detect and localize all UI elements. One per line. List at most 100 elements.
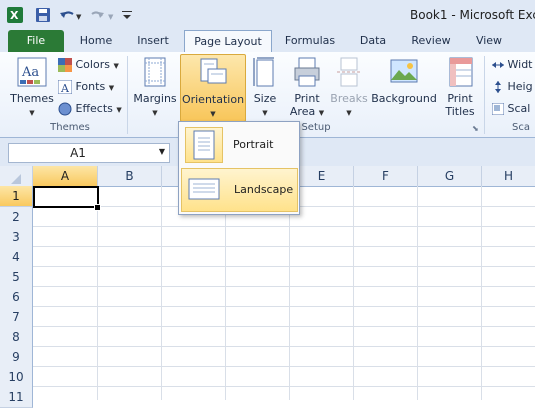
gridline <box>33 246 535 247</box>
row-header[interactable]: 3 <box>0 227 33 248</box>
gridline <box>353 186 354 400</box>
page-setup-group-label: Setup <box>301 122 331 133</box>
tab-home[interactable]: Home <box>72 30 120 52</box>
effects-label: Effects <box>75 102 113 115</box>
tab-data[interactable]: Data <box>350 30 396 52</box>
column-header[interactable]: B <box>98 166 162 187</box>
row-header[interactable]: 1 <box>0 186 33 207</box>
background-label: Background <box>371 92 437 105</box>
themes-label: Themes <box>10 92 54 105</box>
gridline <box>161 186 162 400</box>
row-header[interactable]: 9 <box>0 347 33 368</box>
fill-handle[interactable] <box>94 204 101 211</box>
height-icon <box>495 81 501 93</box>
margins-label: Margins <box>133 92 177 105</box>
save-icon[interactable] <box>34 6 52 24</box>
orientation-label: Orientation <box>181 93 245 106</box>
orientation-icon <box>200 58 227 84</box>
column-header[interactable]: F <box>354 166 418 187</box>
themes-group-label: Themes <box>50 122 90 133</box>
print-titles-button[interactable]: Print Titles <box>440 54 480 120</box>
landscape-label: Landscape <box>234 183 294 196</box>
width-dropdown[interactable]: Widt <box>492 56 533 74</box>
gridline <box>417 186 418 400</box>
orientation-button[interactable]: Orientation ▼ <box>180 54 246 122</box>
window-title: Book1 - Microsoft Exce <box>410 8 535 22</box>
effects-icon <box>58 102 72 116</box>
gridline <box>225 186 226 400</box>
fonts-button[interactable]: A Fonts ▼ <box>57 78 114 96</box>
ribbon-tabs: File Home Insert Page Layout Formulas Da… <box>0 30 535 54</box>
row-header[interactable]: 10 <box>0 367 33 388</box>
svg-text:X: X <box>10 9 19 22</box>
gridline <box>33 266 535 267</box>
row-header[interactable]: 6 <box>0 287 33 308</box>
scale-spinner[interactable]: Scal <box>491 100 531 118</box>
gridline <box>33 346 535 347</box>
column-header[interactable]: A <box>33 166 98 187</box>
row-header[interactable]: 4 <box>0 247 33 268</box>
print-area-button[interactable]: Print Area ▼ <box>288 54 326 120</box>
gridline <box>33 306 535 307</box>
gridline <box>33 326 535 327</box>
group-separator <box>127 56 128 134</box>
column-header[interactable]: H <box>482 166 535 187</box>
menu-item-portrait[interactable]: Portrait <box>181 124 296 166</box>
customize-qat-icon[interactable] <box>120 6 134 24</box>
colors-icon <box>58 58 72 72</box>
margins-icon <box>144 57 166 87</box>
colors-button[interactable]: Colors ▼ <box>58 56 119 74</box>
fonts-label: Fonts <box>75 80 106 93</box>
breaks-button[interactable]: Breaks ▼ <box>330 54 368 120</box>
size-label: Size <box>253 92 277 105</box>
width-label: Widt <box>507 58 533 71</box>
row-header[interactable]: 5 <box>0 267 33 288</box>
background-icon <box>390 59 418 83</box>
colors-label: Colors <box>75 58 110 71</box>
print-titles-icon <box>449 57 473 87</box>
effects-button[interactable]: Effects ▼ <box>58 100 122 118</box>
gridline <box>97 186 98 400</box>
row-header[interactable]: 7 <box>0 307 33 328</box>
svg-text:A: A <box>60 82 70 94</box>
breaks-icon <box>337 57 361 87</box>
row-header[interactable]: 2 <box>0 207 33 228</box>
print-titles-label-line1: Print <box>447 92 473 105</box>
select-all-corner[interactable] <box>0 166 33 187</box>
svg-text:Aa: Aa <box>21 65 39 80</box>
print-area-icon <box>294 57 320 87</box>
group-separator <box>484 56 485 134</box>
column-header[interactable]: G <box>418 166 482 187</box>
portrait-label: Portrait <box>233 138 274 151</box>
scale-label: Scal <box>507 102 531 115</box>
name-box[interactable]: A1 ▼ <box>8 143 170 163</box>
gridline <box>33 226 535 227</box>
size-button[interactable]: Size ▼ <box>250 54 280 120</box>
orientation-menu: Portrait Landscape <box>178 121 300 215</box>
print-area-label-line1: Print <box>294 92 320 105</box>
height-label: Heig <box>507 80 533 93</box>
background-button[interactable]: Background <box>370 54 438 120</box>
tab-page-layout[interactable]: Page Layout <box>184 30 272 54</box>
margins-button[interactable]: Margins ▼ <box>132 54 178 120</box>
undo-icon[interactable]: ▼ <box>58 6 84 24</box>
height-dropdown[interactable]: Heig <box>492 78 533 96</box>
page-setup-launcher-icon[interactable]: ⬊ <box>472 124 479 133</box>
svg-text:▼: ▼ <box>108 13 114 21</box>
chevron-down-icon[interactable]: ▼ <box>159 147 165 156</box>
active-cell[interactable] <box>33 186 99 208</box>
row-header[interactable]: 11 <box>0 387 33 408</box>
size-icon <box>253 57 274 87</box>
tab-insert[interactable]: Insert <box>128 30 178 52</box>
tab-view[interactable]: View <box>466 30 512 52</box>
redo-icon[interactable]: ▼ <box>90 6 116 24</box>
menu-item-landscape[interactable]: Landscape <box>181 168 298 212</box>
gridline <box>481 186 482 400</box>
row-header[interactable]: 8 <box>0 327 33 348</box>
themes-button[interactable]: Aa Themes ▼ <box>10 54 54 120</box>
tab-review[interactable]: Review <box>404 30 458 52</box>
tab-formulas[interactable]: Formulas <box>278 30 342 52</box>
tab-file[interactable]: File <box>8 30 64 52</box>
landscape-page-icon <box>188 178 220 200</box>
scale-group-label: Sca <box>512 122 530 133</box>
